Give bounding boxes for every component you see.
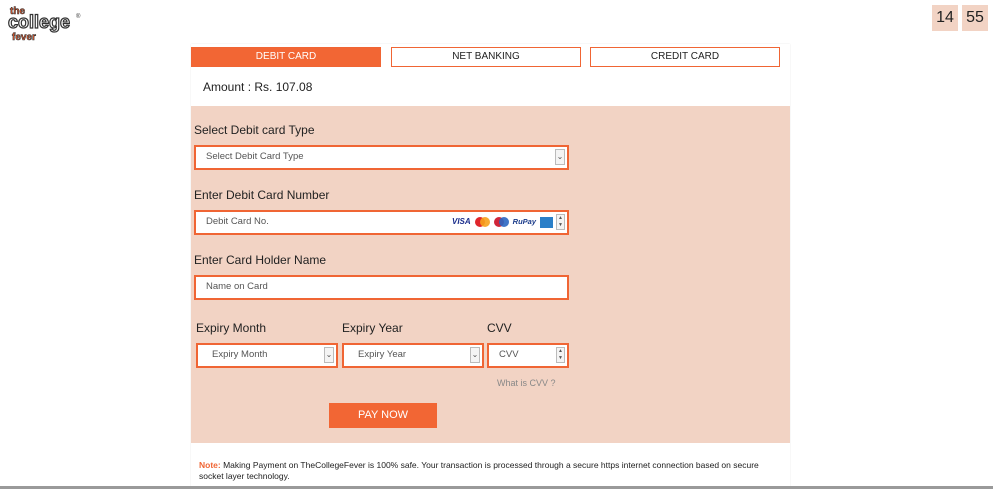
mastercard-icon <box>474 217 490 227</box>
expiry-month-select[interactable]: Expiry Month ⌄ <box>196 343 338 368</box>
expiry-month-placeholder: Expiry Month <box>212 349 268 360</box>
cvv-label: CVV <box>487 321 512 335</box>
debit-card-form: Select Debit card Type Select Debit Card… <box>191 106 790 443</box>
card-number-input[interactable]: Debit Card No. VISA RuPay ▲ ▼ <box>194 210 569 235</box>
maestro-icon <box>493 217 509 227</box>
chevron-down-icon[interactable]: ⌄ <box>324 347 334 363</box>
cvv-help-link[interactable]: What is CVV ? <box>497 378 556 388</box>
card-type-placeholder: Select Debit Card Type <box>206 151 304 162</box>
holder-name-placeholder: Name on Card <box>206 281 268 292</box>
card-type-label: Select Debit card Type <box>194 123 315 137</box>
amex-icon <box>540 216 553 228</box>
timer-minutes: 14 <box>932 5 958 31</box>
expiry-year-select[interactable]: Expiry Year ⌄ <box>342 343 484 368</box>
holder-name-input[interactable]: Name on Card <box>194 275 569 300</box>
note-text: Making Payment on TheCollegeFever is 100… <box>199 460 759 481</box>
pay-now-button[interactable]: PAY NOW <box>329 403 437 428</box>
expiry-year-placeholder: Expiry Year <box>358 349 407 360</box>
svg-text:college: college <box>8 12 70 32</box>
chevron-down-icon[interactable]: ⌄ <box>470 347 480 363</box>
rupay-icon: RuPay <box>512 217 536 226</box>
svg-text:fever: fever <box>12 32 36 43</box>
svg-text:®: ® <box>76 13 81 20</box>
holder-name-label: Enter Card Holder Name <box>194 253 327 267</box>
logo[interactable]: the college fever ® <box>7 4 84 44</box>
tab-net-banking[interactable]: NET BANKING <box>391 47 581 67</box>
card-brand-logos: VISA RuPay <box>452 216 553 228</box>
amount-text: Amount : Rs. 107.08 <box>203 80 313 94</box>
card-number-placeholder: Debit Card No. <box>206 216 269 227</box>
timer-seconds: 55 <box>962 5 988 31</box>
tab-credit-card[interactable]: CREDIT CARD <box>590 47 780 67</box>
expiry-year-label: Expiry Year <box>342 321 403 335</box>
visa-icon: VISA <box>451 217 471 226</box>
spinner-icon[interactable]: ▲ ▼ <box>556 214 565 230</box>
note-label: Note: <box>199 460 221 470</box>
payment-note: Note: Making Payment on TheCollegeFever … <box>199 460 759 482</box>
chevron-down-icon[interactable]: ⌄ <box>555 149 565 165</box>
cvv-placeholder: CVV <box>499 349 519 360</box>
card-type-select[interactable]: Select Debit Card Type ⌄ <box>194 145 569 170</box>
tab-debit-card[interactable]: DEBIT CARD <box>191 47 381 67</box>
expiry-month-label: Expiry Month <box>196 321 267 335</box>
spinner-icon[interactable]: ▲ ▼ <box>556 347 565 363</box>
payment-panel: DEBIT CARD NET BANKING CREDIT CARD Amoun… <box>191 44 790 489</box>
cvv-input[interactable]: CVV ▲ ▼ <box>487 343 569 368</box>
college-fever-logo-icon: the college fever ® <box>7 6 81 44</box>
card-number-label: Enter Debit Card Number <box>194 188 330 202</box>
